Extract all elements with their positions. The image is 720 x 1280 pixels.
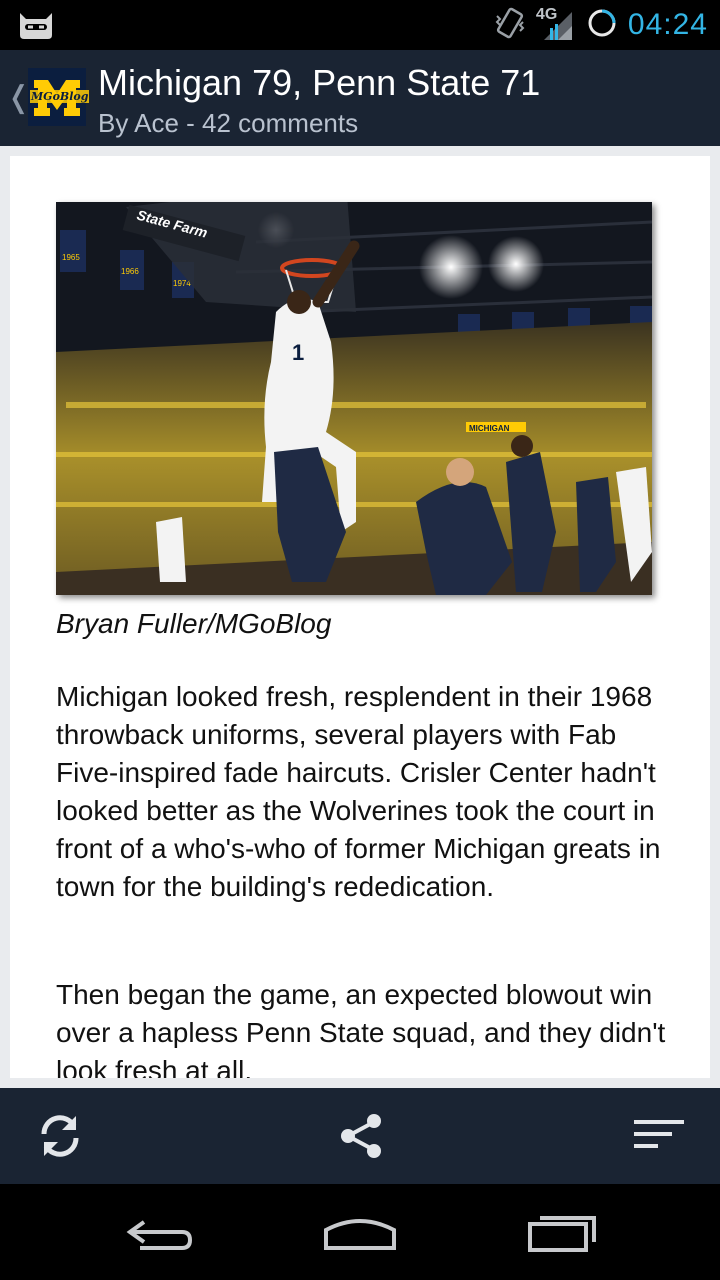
photo-banner-text: 1965 [62,253,80,262]
article-subtitle[interactable]: By Ace - 42 comments [98,108,358,139]
bottom-action-bar [0,1088,720,1184]
vibrate-icon [494,6,526,45]
signal-icon: 4G [536,6,576,42]
article-photo[interactable]: 1965 1966 1974 1964 1985 1976 1989 MICHI… [56,202,652,595]
photo-caption: Bryan Fuller/MGoBlog [56,608,332,639]
article-paragraph: Then began the game, an expected blowout… [56,979,666,1078]
photo-sign-michigan: MICHIGAN [469,424,510,433]
content-area[interactable]: 1965 1966 1974 1964 1985 1976 1989 MICHI… [0,146,720,1088]
share-icon[interactable] [334,1110,386,1162]
status-icons: 4G 04:24 [494,0,708,50]
app-logo[interactable]: MGoBlog [28,68,90,126]
article-card: 1965 1966 1974 1964 1985 1976 1989 MICHI… [10,156,710,1078]
status-bar: 4G 04:24 [0,0,720,50]
article-paragraph: Michigan looked fresh, resplendent in th… [56,681,661,902]
article-title: Michigan 79, Penn State 71 [98,62,541,103]
photo-banner-text: 1966 [121,267,139,276]
action-bar: ❬ MGoBlog Michigan 79, Penn State 71 By … [0,50,720,146]
home-icon[interactable] [320,1208,400,1258]
svg-text:1: 1 [292,340,304,365]
back-icon[interactable] [120,1208,200,1258]
cyanogenmod-icon [16,7,56,46]
recents-icon[interactable] [524,1208,604,1258]
clock: 04:24 [627,8,708,41]
refresh-icon[interactable] [34,1110,86,1162]
overflow-icon[interactable] [632,1110,684,1162]
navigation-bar [0,1184,720,1280]
logo-text: MGoBlog [30,90,90,103]
sync-icon [586,7,618,44]
